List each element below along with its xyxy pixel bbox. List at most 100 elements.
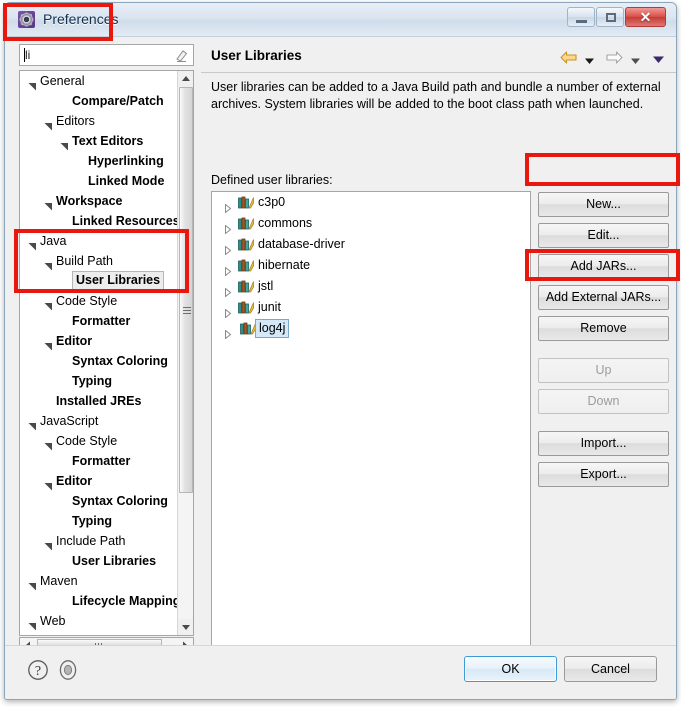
tree-item-label: Include Path (56, 534, 126, 548)
tree-twisty-expanded-icon[interactable] (44, 437, 53, 451)
forward-arrow-icon[interactable] (605, 50, 624, 68)
tree-item-linked-resources[interactable]: Linked Resources (20, 211, 178, 231)
tree-twisty-expanded-icon[interactable] (28, 237, 37, 251)
pane-menu-chevron-down-icon[interactable] (652, 53, 665, 67)
preferences-tree[interactable]: General Compare/Patch Editors Text Editors H… (19, 70, 194, 636)
scroll-down-arrow-icon[interactable] (178, 619, 193, 635)
tree-item-editor[interactable]: Editor (20, 331, 178, 351)
tree-vertical-scrollbar[interactable] (177, 71, 193, 635)
tree-item-workspace[interactable]: Workspace (20, 191, 178, 211)
filter-input[interactable]: li (19, 44, 194, 66)
tree-item-label: Typing (72, 514, 113, 528)
library-name: commons (258, 216, 313, 230)
add-external-jars-button[interactable]: Add External JARs... (538, 285, 669, 310)
tree-twisty-collapsed-icon[interactable] (224, 325, 232, 346)
tree-item-build-path[interactable]: Build Path (20, 251, 178, 271)
restore-defaults-icon[interactable] (57, 659, 79, 681)
pane-header: User Libraries (201, 42, 676, 73)
tree-item-label: Code Style (56, 294, 118, 308)
back-dropdown-chevron-down-icon[interactable] (584, 54, 595, 68)
minimize-button[interactable] (567, 7, 595, 27)
tree-item-editor[interactable]: Editor (20, 471, 178, 491)
tree-item-label: Editor (56, 474, 93, 488)
library-row[interactable]: log4j (212, 318, 530, 340)
library-row[interactable]: c3p0 (212, 192, 530, 214)
tree-twisty-expanded-icon[interactable] (44, 477, 53, 491)
library-row[interactable]: database-driver (212, 234, 530, 256)
tree-item-syntax-coloring[interactable]: Syntax Coloring (20, 491, 178, 511)
tree-twisty-expanded-icon[interactable] (28, 577, 37, 591)
tree-item-formatter[interactable]: Formatter (20, 311, 178, 331)
dialog-body: li General Compare/Patch Editors Text Edito… (5, 37, 676, 667)
tree-item-typing[interactable]: Typing (20, 371, 178, 391)
tree-twisty-expanded-icon[interactable] (60, 137, 69, 151)
tree-item-web[interactable]: Web (20, 611, 178, 631)
ok-button[interactable]: OK (464, 656, 557, 682)
tree-item-label: General (40, 74, 85, 88)
edit-button[interactable]: Edit... (538, 223, 669, 248)
clear-eraser-icon[interactable] (174, 48, 189, 63)
library-row[interactable]: jstl (212, 276, 530, 298)
cancel-button[interactable]: Cancel (564, 656, 657, 682)
tree-item-compare-patch[interactable]: Compare/Patch (20, 91, 178, 111)
user-libraries-pane: User Libraries User libraries can be add… (201, 37, 676, 667)
tree-item-label: Code Style (56, 434, 118, 448)
tree-item-syntax-coloring[interactable]: Syntax Coloring (20, 351, 178, 371)
library-row[interactable]: commons (212, 213, 530, 235)
tree-item-label: Editors (56, 114, 95, 128)
tree-item-label: Build Path (56, 254, 113, 268)
tree-twisty-expanded-icon[interactable] (44, 297, 53, 311)
tree-item-label: User Libraries (72, 554, 157, 568)
close-button[interactable]: ✕ (625, 7, 666, 27)
tree-twisty-expanded-icon[interactable] (28, 77, 37, 91)
tree-item-typing[interactable]: Typing (20, 511, 178, 531)
tree-twisty-expanded-icon[interactable] (44, 337, 53, 351)
tree-twisty-expanded-icon[interactable] (44, 257, 53, 271)
scrollbar-grip-icon (183, 307, 191, 314)
tree-item-code-style[interactable]: Code Style (20, 291, 178, 311)
maximize-button[interactable] (596, 7, 624, 27)
import-button[interactable]: Import... (538, 431, 669, 456)
tree-item-java[interactable]: Java (20, 231, 178, 251)
tree-item-user-libraries[interactable]: User Libraries (20, 271, 178, 291)
tree-twisty-expanded-icon[interactable] (44, 197, 53, 211)
filter-input-value: li (25, 48, 31, 62)
tree-item-text-editors[interactable]: Text Editors (20, 131, 178, 151)
tree-item-javascript[interactable]: JavaScript (20, 411, 178, 431)
tree-item-hyperlinking[interactable]: Hyperlinking (20, 151, 178, 171)
library-name: jstl (258, 279, 274, 293)
svg-text:?: ? (35, 664, 41, 679)
tree-item-installed-jres[interactable]: Installed JREs (20, 391, 178, 411)
tree-item-lifecycle-mappings[interactable]: Lifecycle Mappings (20, 591, 178, 611)
tree-item-label: Workspace (56, 194, 123, 208)
tree-item-formatter[interactable]: Formatter (20, 451, 178, 471)
tree-item-editors[interactable]: Editors (20, 111, 178, 131)
tree-item-linked-mode[interactable]: Linked Mode (20, 171, 178, 191)
help-question-icon[interactable]: ? (27, 659, 49, 681)
tree-item-user-libraries[interactable]: User Libraries (20, 551, 178, 571)
tree-item-general[interactable]: General (20, 71, 178, 91)
library-name: c3p0 (258, 195, 286, 209)
tree-twisty-expanded-icon[interactable] (28, 617, 37, 631)
library-name: hibernate (258, 258, 311, 272)
tree-item-maven[interactable]: Maven (20, 571, 178, 591)
tree-twisty-expanded-icon[interactable] (28, 417, 37, 431)
tree-item-label: Java (40, 234, 67, 248)
tree-item-include-path[interactable]: Include Path (20, 531, 178, 551)
tree-item-label: Compare/Patch (72, 94, 164, 108)
remove-button[interactable]: Remove (538, 316, 669, 341)
tree-item-code-style[interactable]: Code Style (20, 431, 178, 451)
export-button[interactable]: Export... (538, 462, 669, 487)
user-libraries-list[interactable]: c3p0 commons database-driver hibernate jstl j… (211, 191, 531, 667)
tree-twisty-expanded-icon[interactable] (44, 537, 53, 551)
add-jars-button[interactable]: Add JARs... (538, 254, 669, 279)
tree-scrollbar-thumb[interactable] (179, 87, 193, 493)
scroll-up-arrow-icon[interactable] (178, 71, 193, 87)
library-row[interactable]: hibernate (212, 255, 530, 277)
tree-twisty-expanded-icon[interactable] (44, 117, 53, 131)
forward-dropdown-chevron-down-icon[interactable] (630, 54, 641, 68)
new-button[interactable]: New... (538, 192, 669, 217)
back-arrow-icon[interactable] (559, 50, 578, 68)
library-row[interactable]: junit (212, 297, 530, 319)
tree-item-label: Web (40, 614, 66, 628)
